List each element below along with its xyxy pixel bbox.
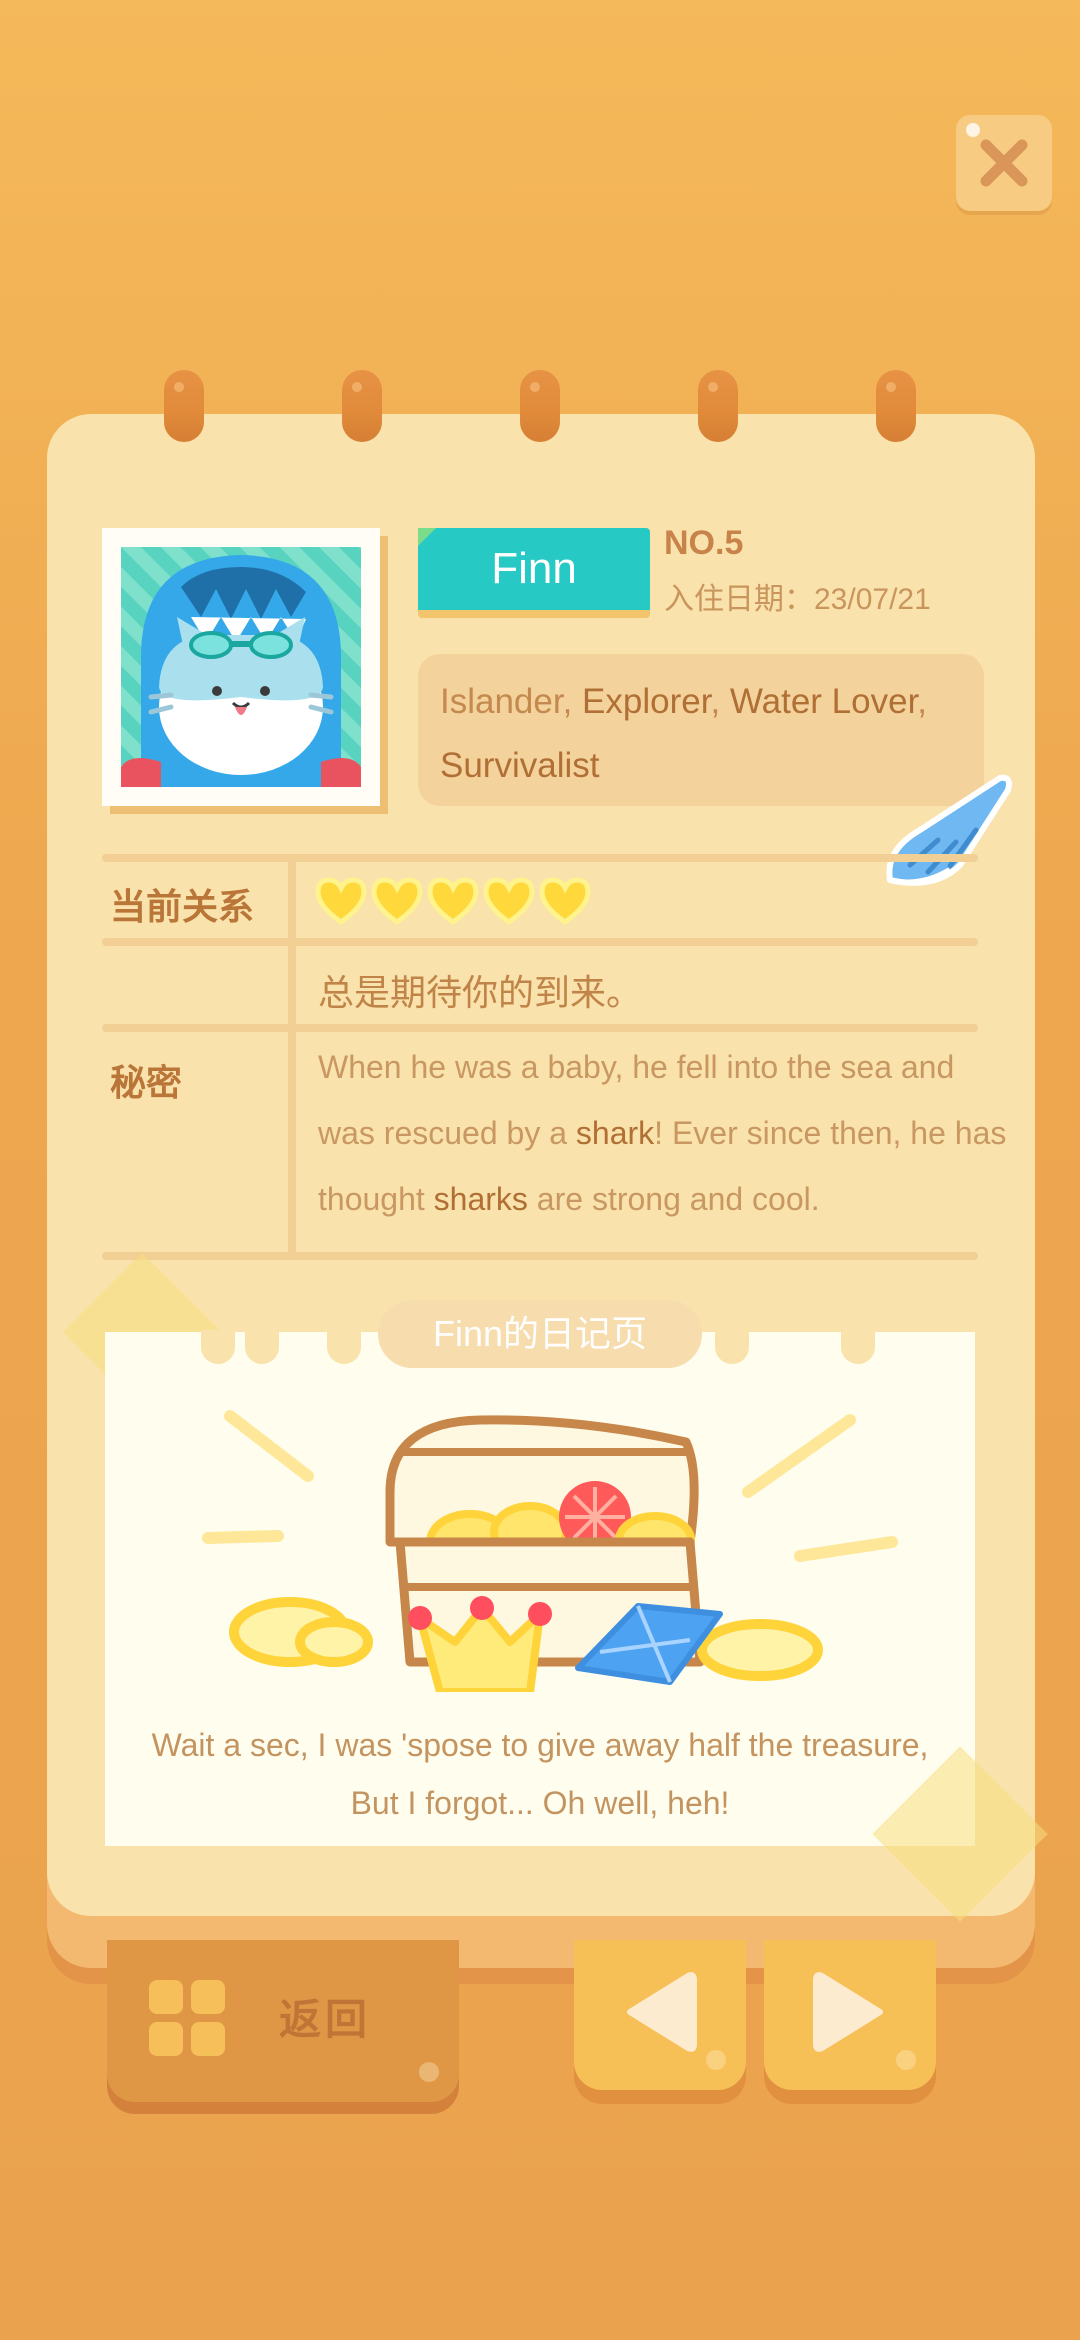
character-portrait (102, 528, 380, 806)
table-divider (102, 938, 978, 946)
secret-label: 秘密 (110, 1062, 183, 1103)
character-name: Finn (491, 544, 577, 593)
arrow-left-icon (627, 1972, 697, 2052)
ring (698, 370, 738, 442)
trait: Explorer (582, 682, 711, 721)
trait: Survivalist (440, 746, 600, 785)
table-divider (102, 1252, 978, 1260)
ring (520, 370, 560, 442)
close-button[interactable] (956, 115, 1052, 211)
trait-separator: , (710, 682, 730, 721)
back-button-label: 返回 (279, 1996, 372, 2043)
grid-icon (149, 1980, 225, 2056)
ring (876, 370, 916, 442)
trait: Islander (440, 682, 563, 721)
heart-icon (426, 876, 480, 926)
diary-notch (841, 1330, 875, 1364)
previous-button[interactable] (574, 1940, 746, 2090)
secret-highlight: sharks (433, 1181, 528, 1217)
table-divider (102, 1024, 978, 1032)
move-in-date: 入住日期：23/07/21 (664, 583, 931, 616)
diary-notch (245, 1330, 279, 1364)
back-button[interactable]: 返回 (107, 1940, 459, 2102)
relationship-label: 当前关系 (110, 886, 255, 927)
heart-icon (482, 876, 536, 926)
diary-caption-line: Wait a sec, I was 'spose to give away ha… (151, 1727, 929, 1763)
heart-icon (314, 876, 368, 926)
secret-text-part: are strong and cool. (527, 1181, 820, 1217)
button-shine (896, 2050, 916, 2070)
diary-caption-line: But I forgot... Oh well, heh! (350, 1785, 730, 1821)
trait-separator: , (562, 682, 583, 721)
diary-notch (327, 1330, 361, 1364)
cat-shark-avatar (121, 547, 361, 787)
notebook-rings (0, 370, 1080, 450)
next-button[interactable] (764, 1940, 936, 2090)
diary-caption: Wait a sec, I was 'spose to give away ha… (105, 1716, 975, 1832)
character-name-tag: Finn (418, 528, 650, 618)
trait: Water Lover (729, 682, 918, 721)
table-divider (102, 854, 978, 862)
ring (164, 370, 204, 442)
close-icon (980, 139, 1028, 187)
heart-icon (370, 876, 424, 926)
relationship-hearts (314, 876, 592, 926)
relationship-description: 总是期待你的到来。 (318, 972, 643, 1013)
secret-highlight: shark (575, 1115, 655, 1151)
ring (342, 370, 382, 442)
treasure-chest-illustration (202, 1410, 898, 1692)
trait-separator: , (917, 682, 928, 721)
diary-notch (201, 1330, 235, 1364)
secret-text: When he was a baby, he fell into the sea… (318, 1034, 1018, 1232)
heart-icon (538, 876, 592, 926)
character-number: NO.5 (664, 524, 744, 562)
table-column-divider (288, 862, 296, 1252)
arrow-right-icon (813, 1972, 883, 2052)
diary-title: Finn的日记页 (378, 1300, 702, 1368)
diary-notch (715, 1330, 749, 1364)
button-shine (706, 2050, 726, 2070)
button-shine (419, 2062, 439, 2082)
shell-icon (886, 774, 1012, 886)
